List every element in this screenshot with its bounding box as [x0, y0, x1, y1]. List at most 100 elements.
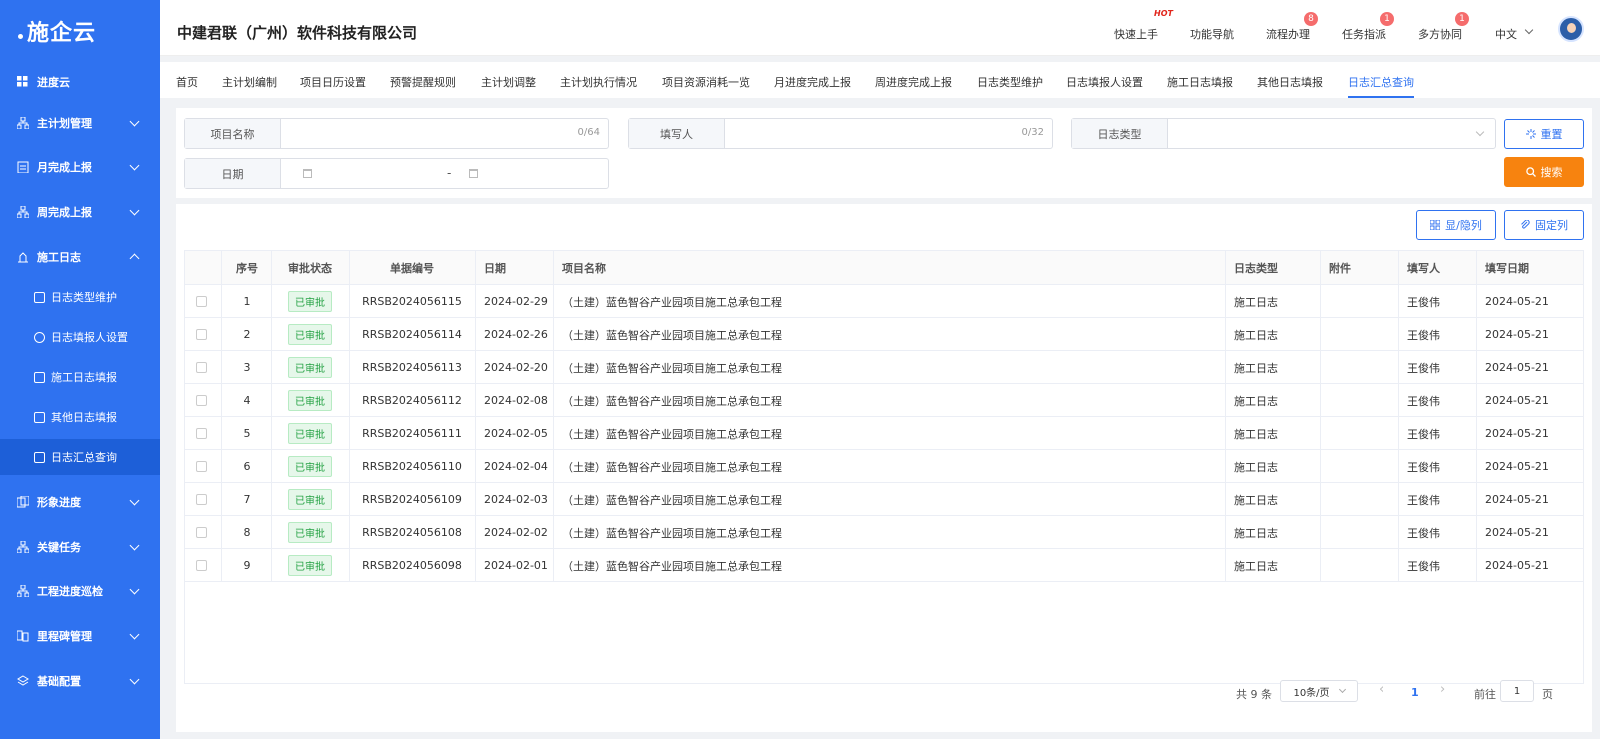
sidebar-item-log-writer[interactable]: 日志填报人设置 [0, 319, 160, 355]
sub-label: 日志填报人设置 [51, 331, 128, 344]
nav-item-key-task[interactable]: 关键任务 [0, 527, 160, 567]
tab-log-summary[interactable]: 日志汇总查询 [1348, 74, 1414, 90]
tab-log-type[interactable]: 日志类型维护 [977, 74, 1043, 90]
tab-resource[interactable]: 项目资源消耗一览 [662, 74, 750, 90]
nav-item-weekly-report[interactable]: 周完成上报 [0, 192, 160, 232]
nav-label: 施工日志 [37, 251, 81, 264]
log-type-select[interactable]: 日志类型 [1071, 118, 1496, 149]
cell-type: 施工日志 [1234, 493, 1278, 507]
row-checkbox[interactable] [194, 483, 208, 516]
cell-code: RRSB2024056114 [362, 328, 462, 341]
document-icon [34, 291, 45, 303]
function-nav-link[interactable]: 功能导航 [1190, 26, 1234, 42]
nav-item-progress-cloud[interactable]: 进度云 [0, 62, 160, 102]
cell-date: 2024-02-08 [484, 394, 548, 407]
nav-item-inspection[interactable]: 工程进度巡检 [0, 571, 160, 611]
cell-fill-date: 2024-05-21 [1485, 328, 1549, 341]
next-page-icon[interactable]: › [1440, 682, 1445, 697]
date-range-field[interactable]: 日期 - [184, 158, 609, 189]
nav-item-monthly-report[interactable]: 月完成上报 [0, 147, 160, 187]
row-checkbox[interactable] [194, 549, 208, 582]
row-checkbox[interactable] [194, 318, 208, 351]
tab-log-fill[interactable]: 施工日志填报 [1167, 74, 1233, 90]
cell-project: （土建）蓝色智谷产业园项目施工总承包工程 [562, 394, 782, 408]
checkbox[interactable] [195, 329, 207, 340]
checkbox[interactable] [195, 527, 207, 538]
status-cell: 已审批 [271, 285, 349, 318]
nav-item-base-config[interactable]: 基础配置 [0, 661, 160, 701]
col-header-attachment: 附件 [1329, 251, 1369, 284]
tab-warning-rules[interactable]: 预警提醒规则 [390, 74, 456, 90]
writer-field[interactable]: 填写人 0/32 [628, 118, 1053, 149]
fix-columns-button[interactable]: 固定列 [1504, 210, 1584, 240]
page-size-label: 10条/页 [1293, 687, 1330, 699]
row-checkbox[interactable] [194, 417, 208, 450]
quick-start-link[interactable]: 快速上手 [1114, 26, 1158, 42]
calendar-icon [469, 169, 478, 178]
goto-page-input[interactable]: 1 [1500, 680, 1534, 702]
tab-master-plan[interactable]: 主计划编制 [222, 74, 277, 90]
nav-item-visual-progress[interactable]: 形象进度 [0, 482, 160, 522]
toggle-columns-button[interactable]: 显/隐列 [1416, 210, 1496, 240]
reset-button[interactable]: 重置 [1504, 119, 1584, 149]
goto-label: 前往 [1474, 688, 1496, 701]
nav-label: 工程进度巡检 [37, 585, 103, 598]
status-badge: 已审批 [288, 489, 332, 510]
tab-calendar[interactable]: 项目日历设置 [300, 74, 366, 90]
status-badge: 已审批 [288, 291, 332, 312]
cell-date: 2024-02-20 [484, 361, 548, 374]
reset-label: 重置 [1540, 128, 1563, 141]
row-checkbox[interactable] [194, 351, 208, 384]
avatar[interactable] [1558, 16, 1584, 42]
col-header-writer: 填写人 [1407, 251, 1457, 284]
cell-no: 3 [243, 361, 251, 374]
tab-other-log[interactable]: 其他日志填报 [1257, 74, 1323, 90]
sidebar-item-log-fill[interactable]: 施工日志填报 [0, 359, 160, 395]
status-badge: 已审批 [288, 357, 332, 378]
nav-item-construction-log[interactable]: 施工日志 [0, 237, 160, 277]
tab-monthly[interactable]: 月进度完成上报 [774, 74, 851, 90]
chevron-down-icon [129, 674, 140, 685]
task-assign-link[interactable]: 任务指派 [1342, 26, 1386, 42]
tab-plan-exec[interactable]: 主计划执行情况 [560, 74, 637, 90]
cell-attach [1329, 516, 1389, 549]
nav-item-milestone[interactable]: 里程碑管理 [0, 616, 160, 656]
checkbox[interactable] [195, 494, 207, 505]
prev-page-icon[interactable]: ‹ [1379, 682, 1384, 697]
nav-item-master-plan[interactable]: 主计划管理 [0, 103, 160, 143]
cell-type: 施工日志 [1234, 559, 1278, 573]
tab-home[interactable]: 首页 [176, 74, 198, 90]
nav-label: 基础配置 [37, 675, 81, 688]
language-select[interactable]: 中文 [1495, 26, 1517, 42]
nav-label: 里程碑管理 [37, 630, 92, 643]
cell-type: 施工日志 [1234, 526, 1278, 540]
checkbox[interactable] [195, 428, 207, 439]
project-name-field[interactable]: 项目名称 0/64 [184, 118, 609, 149]
row-checkbox[interactable] [194, 450, 208, 483]
checkbox[interactable] [195, 395, 207, 406]
page-size-select[interactable]: 10条/页 [1280, 680, 1358, 702]
search-button[interactable]: 搜索 [1504, 157, 1584, 187]
tab-plan-adjust[interactable]: 主计划调整 [481, 74, 536, 90]
row-checkbox[interactable] [194, 285, 208, 318]
collaboration-link[interactable]: 多方协同 [1418, 26, 1462, 42]
tab-log-writer[interactable]: 日志填报人设置 [1066, 74, 1143, 90]
flow-handle-link[interactable]: 流程办理 [1266, 26, 1310, 42]
cell-code: RRSB2024056110 [362, 460, 462, 473]
tab-weekly[interactable]: 周进度完成上报 [875, 74, 952, 90]
cell-fill-date: 2024-05-21 [1485, 427, 1549, 440]
row-checkbox[interactable] [194, 516, 208, 549]
checkbox[interactable] [195, 461, 207, 472]
cell-project: （土建）蓝色智谷产业园项目施工总承包工程 [562, 460, 782, 474]
checkbox[interactable] [195, 362, 207, 373]
cell-no: 5 [243, 427, 251, 440]
sidebar-item-log-summary[interactable]: 日志汇总查询 [0, 439, 160, 475]
current-page[interactable]: 1 [1411, 686, 1419, 699]
select-all-checkbox[interactable] [194, 251, 208, 284]
hot-badge: HOT [1154, 9, 1173, 18]
checkbox[interactable] [195, 560, 207, 571]
sidebar-item-other-log[interactable]: 其他日志填报 [0, 399, 160, 435]
row-checkbox[interactable] [194, 384, 208, 417]
checkbox[interactable] [195, 296, 207, 307]
sidebar-item-log-type[interactable]: 日志类型维护 [0, 279, 160, 315]
